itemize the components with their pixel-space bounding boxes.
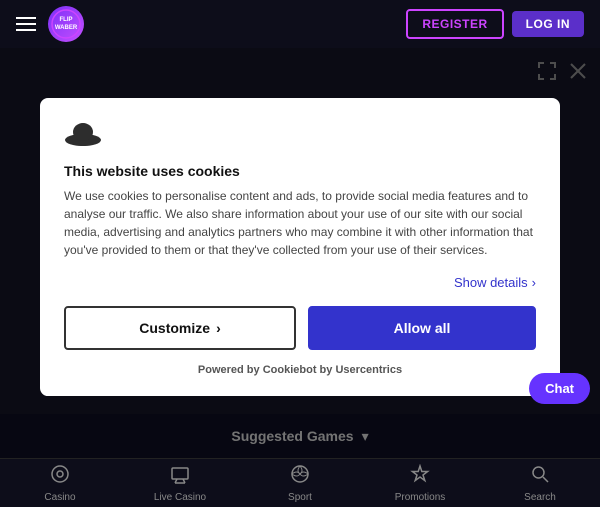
promotions-nav-icon [410,464,430,484]
nav-item-live-casino[interactable]: Live Casino [120,459,240,507]
powered-brand-label: Cookiebot by Usercentrics [263,364,402,376]
cookie-powered: Powered by Cookiebot by Usercentrics [64,364,536,376]
search-icon [530,464,550,489]
search-label: Search [524,492,556,503]
cookie-brand-icon [64,122,102,146]
cookie-title: This website uses cookies [64,163,536,179]
show-details-container: Show details › [64,275,536,290]
header-left: FLIP WABER [16,6,84,42]
login-button[interactable]: LOG IN [512,11,584,37]
hamburger-menu[interactable] [16,17,36,31]
nav-item-sport[interactable]: Sport [240,459,360,507]
show-details-label: Show details [454,275,528,290]
live-casino-icon [170,464,190,489]
header: FLIP WABER REGISTER LOG IN [0,0,600,48]
customize-label: Customize [139,320,210,336]
sport-icon [290,464,310,489]
customize-chevron-icon: › [216,320,221,336]
casino-icon [50,464,70,489]
casino-label: Casino [44,492,75,503]
register-button[interactable]: REGISTER [406,9,503,39]
live-casino-label: Live Casino [154,492,206,503]
search-nav-icon [530,464,550,484]
show-details-link[interactable]: Show details › [454,275,536,290]
cookie-modal: This website uses cookies We use cookies… [40,98,560,396]
nav-item-promotions[interactable]: Promotions [360,459,480,507]
live-casino-nav-icon [170,464,190,484]
allow-all-button[interactable]: Allow all [308,306,536,350]
bottom-nav: Casino Live Casino Sport [0,458,600,507]
cookie-logo [64,122,536,151]
powered-by-label: Powered by [198,364,260,376]
sport-label: Sport [288,492,312,503]
promotions-icon [410,464,430,489]
header-right: REGISTER LOG IN [406,9,584,39]
casino-nav-icon [50,464,70,484]
logo-svg: FLIP WABER [51,9,81,39]
sport-nav-icon [290,464,310,484]
svg-text:FLIP: FLIP [60,17,73,23]
nav-item-search[interactable]: Search [480,459,600,507]
promotions-label: Promotions [395,492,446,503]
logo: FLIP WABER [48,6,84,42]
logo-icon: FLIP WABER [48,6,84,42]
cookie-actions: Customize › Allow all [64,306,536,350]
main-content: This website uses cookies We use cookies… [0,48,600,458]
svg-text:WABER: WABER [55,25,78,31]
nav-item-casino[interactable]: Casino [0,459,120,507]
cookie-body: We use cookies to personalise content an… [64,187,536,259]
chat-button[interactable]: Chat [529,373,590,404]
customize-button[interactable]: Customize › [64,306,296,350]
chevron-right-icon: › [532,275,536,290]
